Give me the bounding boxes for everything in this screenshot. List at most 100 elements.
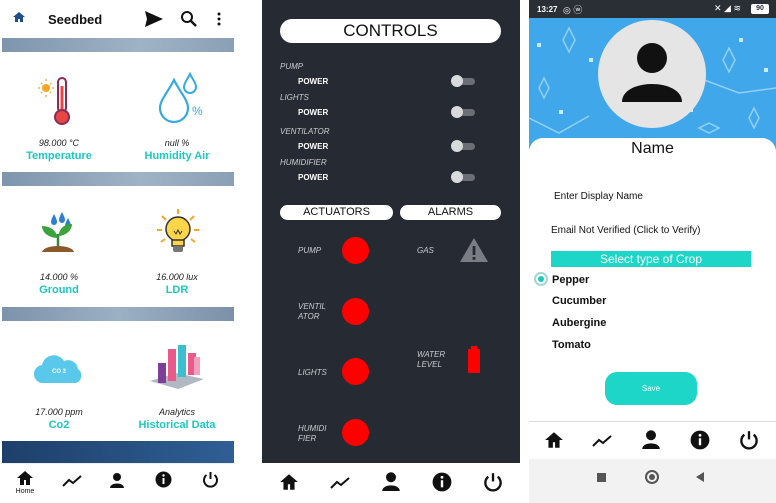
bottom-nav: [529, 421, 776, 459]
tile-co2[interactable]: CO 2 17.000 ppm Co2: [0, 321, 118, 441]
divider-strip: [2, 441, 234, 463]
actuator-label: VENTIL ATOR: [298, 302, 326, 321]
co2-badge: CO 2: [51, 369, 66, 375]
tile-label: Ground: [39, 284, 79, 296]
tile-ground[interactable]: 14.000 % Ground: [0, 186, 118, 307]
email-verify-link[interactable]: Email Not Verified (Click to Verify): [551, 225, 701, 236]
person-icon[interactable]: [109, 472, 125, 488]
control-device: VENTILATOR: [280, 127, 330, 136]
ventilator-toggle[interactable]: [451, 140, 477, 152]
tile-value: 17.000 ppm: [35, 407, 83, 417]
lightbulb-icon: [157, 209, 199, 252]
dashboard-screen: Seedbed 98.000 °C Temperature % null % H…: [0, 0, 236, 503]
profile-screen: 13:27 ◎ ⓦ ✕ ◢ ≋ 90 Name Enter Display Na…: [529, 0, 776, 503]
display-name-input[interactable]: Enter Display Name: [554, 191, 643, 202]
power-icon[interactable]: [483, 472, 503, 492]
control-action: POWER: [298, 142, 329, 151]
tile-value: 98.000 °C: [38, 138, 80, 148]
back-icon[interactable]: [695, 471, 705, 483]
pump-toggle[interactable]: [451, 75, 477, 87]
crop-option[interactable]: Tomato: [552, 339, 591, 351]
lights-toggle[interactable]: [451, 106, 477, 118]
control-action: POWER: [298, 108, 329, 117]
percent-symbol: %: [192, 104, 203, 118]
tile-temperature[interactable]: 98.000 °C Temperature: [0, 52, 118, 172]
home-icon[interactable]: [544, 430, 564, 450]
more-vert-icon[interactable]: [217, 12, 221, 26]
divider-strip: [2, 38, 234, 52]
status-signal-icons: ✕ ◢ ≋: [714, 3, 742, 13]
avatar[interactable]: [598, 20, 706, 128]
thermometer-icon: [38, 77, 70, 125]
tile-label: LDR: [165, 284, 189, 296]
warning-icon: [460, 238, 488, 262]
tile-label: Historical Data: [138, 419, 216, 431]
status-time: 13:27: [537, 5, 558, 14]
ventilator-indicator: [342, 298, 369, 325]
person-icon[interactable]: [641, 429, 661, 449]
battery-level-icon: [468, 346, 480, 373]
tile-value: Analytics: [158, 407, 195, 417]
trending-icon[interactable]: [592, 431, 612, 451]
actuator-label: PUMP: [298, 246, 322, 255]
save-button[interactable]: Save: [605, 372, 697, 405]
trending-icon[interactable]: [330, 473, 350, 493]
home-icon[interactable]: [279, 472, 299, 492]
control-device: LIGHTS: [280, 93, 309, 102]
home-circle-icon[interactable]: [645, 470, 659, 484]
sprout-icon: [42, 212, 74, 252]
controls-title: CONTROLS: [280, 19, 501, 43]
nav-home-label: Home: [15, 488, 35, 495]
tile-value: 16.000 lux: [156, 272, 198, 282]
nav-home[interactable]: Home: [12, 470, 38, 502]
actuator-label: HUMIDI FIER: [298, 424, 327, 443]
tile-ldr[interactable]: 16.000 lux LDR: [118, 186, 236, 307]
profile-banner: [529, 18, 776, 150]
crop-header: Select type of Crop: [551, 251, 751, 267]
power-icon[interactable]: [739, 430, 759, 450]
trending-icon[interactable]: [62, 474, 82, 488]
recents-icon[interactable]: [597, 473, 606, 482]
tile-label: Temperature: [26, 150, 92, 162]
status-bar: 13:27 ◎ ⓦ ✕ ◢ ≋ 90: [529, 0, 776, 18]
info-icon[interactable]: [155, 471, 172, 488]
app-title: Seedbed: [48, 12, 103, 27]
crop-option[interactable]: Pepper: [552, 274, 589, 286]
tile-label: Humidity Air: [144, 150, 210, 162]
alarms-title: ALARMS: [400, 205, 501, 220]
control-action: POWER: [298, 173, 329, 182]
system-nav-bar: [529, 459, 776, 503]
power-icon[interactable]: [202, 471, 219, 488]
crop-option[interactable]: Cucumber: [552, 295, 606, 307]
crop-option[interactable]: Aubergine: [552, 317, 606, 329]
pump-indicator: [342, 237, 369, 264]
search-icon[interactable]: [180, 10, 198, 28]
person-icon[interactable]: [381, 471, 401, 491]
tile-historical-data[interactable]: Analytics Historical Data: [118, 321, 236, 441]
control-action: POWER: [298, 77, 329, 86]
bar-chart-3d-icon: [150, 345, 204, 389]
info-icon[interactable]: [690, 430, 710, 450]
actuator-label: LIGHTS: [298, 368, 327, 377]
tile-value: null %: [164, 138, 190, 148]
humidifier-indicator: [342, 419, 369, 446]
bottom-nav: Home: [0, 463, 236, 503]
alarm-label: GAS: [417, 246, 434, 255]
battery-badge: 90: [751, 4, 769, 14]
home-icon: [17, 471, 33, 485]
info-icon[interactable]: [432, 472, 452, 492]
status-app-icons: ◎ ⓦ: [563, 5, 583, 15]
person-avatar-icon: [622, 43, 682, 102]
send-icon[interactable]: [144, 10, 164, 28]
control-device: HUMIDIFIER: [280, 158, 327, 167]
home-small-icon[interactable]: [12, 11, 26, 23]
actuators-title: ACTUATORS: [280, 205, 393, 220]
radio-pepper[interactable]: [534, 272, 548, 286]
alarm-label: WATER LEVEL: [417, 350, 446, 369]
tile-humidity-air[interactable]: % null % Humidity Air: [118, 52, 236, 172]
profile-name: Name: [631, 140, 674, 157]
humidifier-toggle[interactable]: [451, 171, 477, 183]
control-device: PUMP: [280, 62, 304, 71]
app-bar: Seedbed: [0, 0, 236, 38]
tile-value: 14.000 %: [39, 272, 79, 282]
